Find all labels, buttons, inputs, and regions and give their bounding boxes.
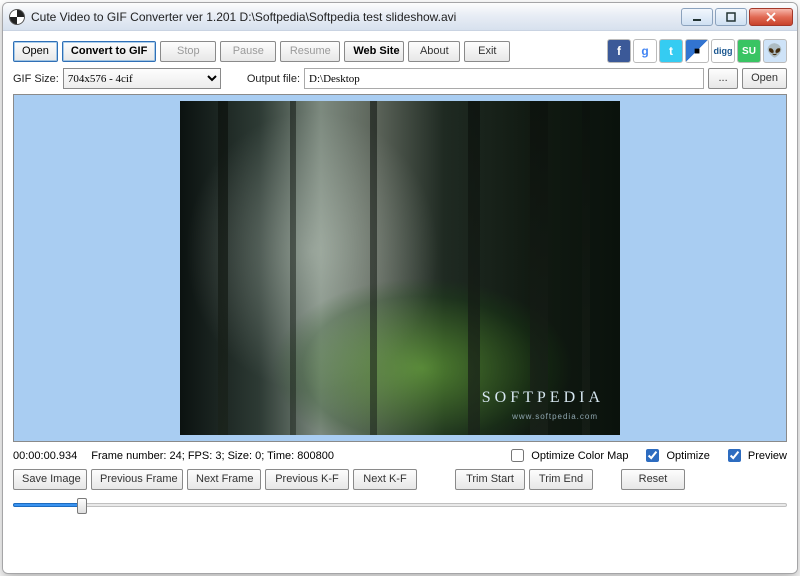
preview-panel: SOFTPEDIA www.softpedia.com <box>13 94 787 442</box>
time-display: 00:00:00.934 <box>13 450 77 462</box>
maximize-button[interactable] <box>715 8 747 26</box>
watermark-text: SOFTPEDIA <box>482 389 604 407</box>
video-frame: SOFTPEDIA www.softpedia.com <box>180 101 620 435</box>
website-button[interactable]: Web Site <box>344 41 404 62</box>
next-keyframe-button[interactable]: Next K-F <box>353 469 417 490</box>
app-icon <box>9 9 25 25</box>
seek-slider[interactable] <box>13 495 787 517</box>
stop-button[interactable]: Stop <box>160 41 216 62</box>
frame-info: Frame number: 24; FPS: 3; Size: 0; Time:… <box>91 450 334 462</box>
exit-button[interactable]: Exit <box>464 41 510 62</box>
open-button[interactable]: Open <box>13 41 58 62</box>
preview-checkbox[interactable]: Preview <box>724 446 787 465</box>
open-output-button[interactable]: Open <box>742 68 787 89</box>
window-title: Cute Video to GIF Converter ver 1.201 D:… <box>31 10 456 24</box>
reddit-icon[interactable]: 👽 <box>763 39 787 63</box>
save-image-button[interactable]: Save Image <box>13 469 87 490</box>
social-links: f g t ■ digg SU 👽 <box>607 39 787 63</box>
pause-button[interactable]: Pause <box>220 41 276 62</box>
trim-start-button[interactable]: Trim Start <box>455 469 525 490</box>
facebook-icon[interactable]: f <box>607 39 631 63</box>
slider-fill <box>13 503 83 507</box>
titlebar: Cute Video to GIF Converter ver 1.201 D:… <box>3 3 797 31</box>
digg-icon[interactable]: digg <box>711 39 735 63</box>
twitter-icon[interactable]: t <box>659 39 683 63</box>
previous-frame-button[interactable]: Previous Frame <box>91 469 183 490</box>
convert-button[interactable]: Convert to GIF <box>62 41 156 62</box>
close-button[interactable] <box>749 8 793 26</box>
gif-size-label: GIF Size: <box>13 73 59 85</box>
minimize-button[interactable] <box>681 8 713 26</box>
output-file-input[interactable] <box>304 68 704 89</box>
google-icon[interactable]: g <box>633 39 657 63</box>
delicious-icon[interactable]: ■ <box>685 39 709 63</box>
output-file-label: Output file: <box>247 73 300 85</box>
slider-thumb[interactable] <box>77 498 87 514</box>
about-button[interactable]: About <box>408 41 460 62</box>
browse-button[interactable]: ... <box>708 68 738 89</box>
optimize-colormap-checkbox[interactable]: Optimize Color Map <box>507 446 628 465</box>
stumbleupon-icon[interactable]: SU <box>737 39 761 63</box>
previous-keyframe-button[interactable]: Previous K-F <box>265 469 349 490</box>
watermark-sub: www.softpedia.com <box>512 412 598 421</box>
next-frame-button[interactable]: Next Frame <box>187 469 261 490</box>
gif-size-select[interactable]: 704x576 - 4cif <box>63 68 221 89</box>
slider-track <box>13 503 787 507</box>
resume-button[interactable]: Resume <box>280 41 340 62</box>
optimize-checkbox[interactable]: Optimize <box>642 446 709 465</box>
trim-end-button[interactable]: Trim End <box>529 469 593 490</box>
reset-button[interactable]: Reset <box>621 469 685 490</box>
